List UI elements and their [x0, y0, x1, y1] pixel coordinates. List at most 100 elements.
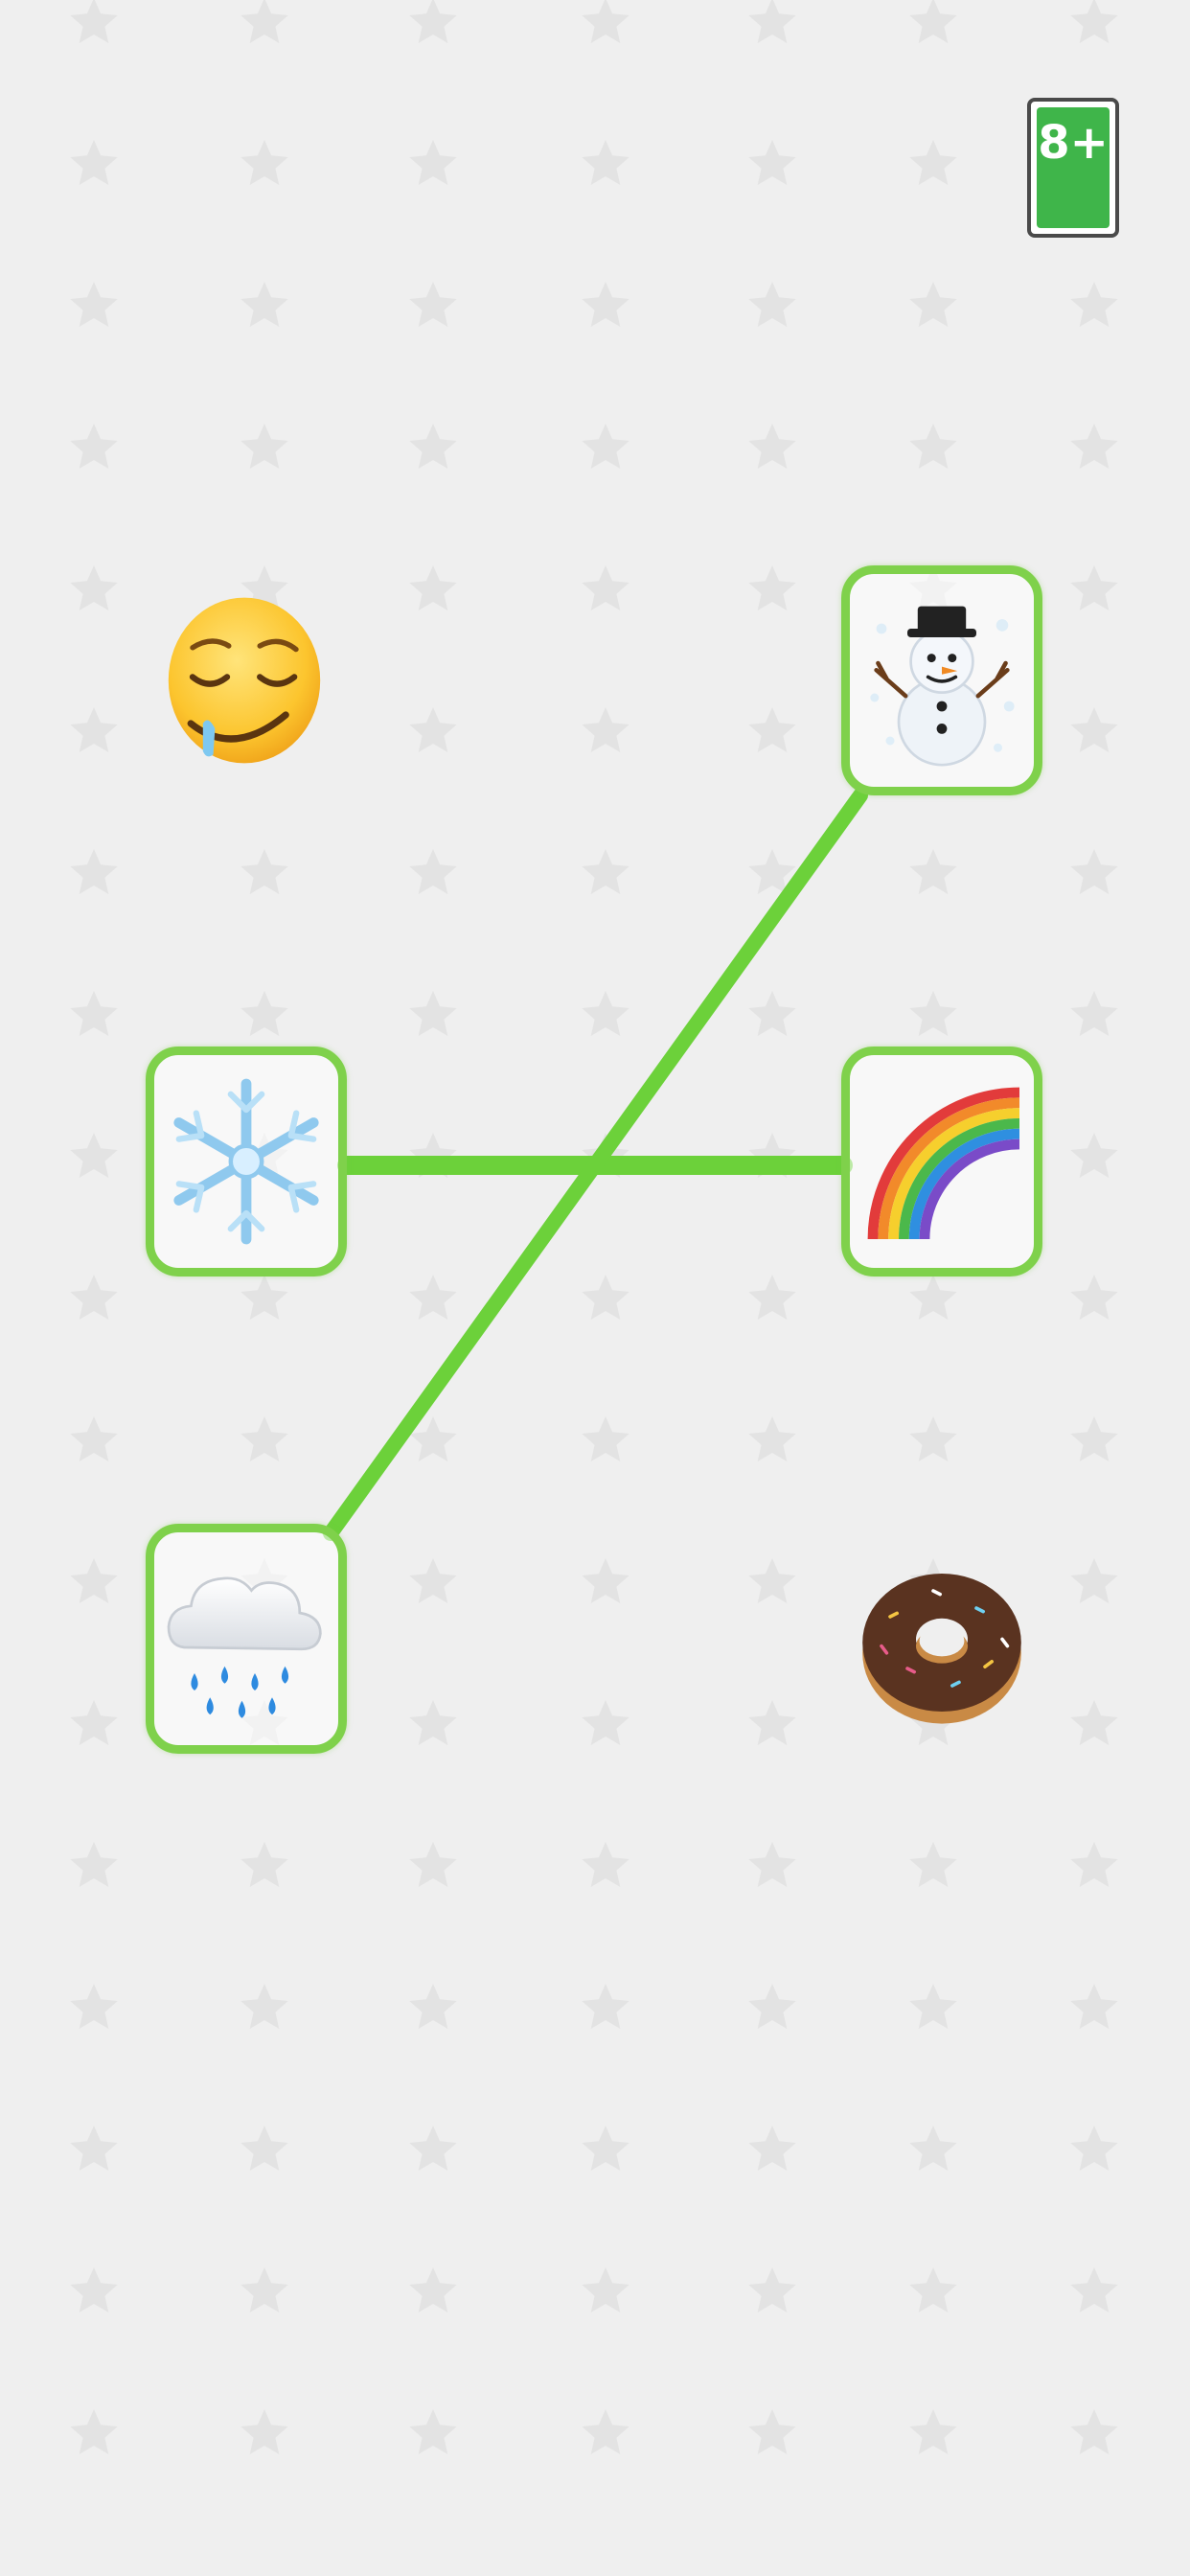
background-star [240, 282, 288, 327]
background-star [70, 1558, 118, 1603]
background-star [582, 707, 629, 752]
background-star [1070, 2126, 1118, 2171]
background-star [748, 849, 796, 894]
background-star [70, 1984, 118, 2029]
background-star [409, 1275, 457, 1320]
background-star [240, 991, 288, 1036]
tile-doughnut[interactable] [841, 1528, 1042, 1758]
background-star [748, 565, 796, 610]
background-star [582, 991, 629, 1036]
background-star [748, 0, 796, 43]
background-star [70, 1842, 118, 1887]
background-star [1070, 424, 1118, 469]
background-star [1070, 707, 1118, 752]
background-star [909, 282, 957, 327]
background-star [70, 0, 118, 43]
background-star [70, 2126, 118, 2171]
background-star [582, 2267, 629, 2312]
background-star [1070, 1133, 1118, 1178]
background-star [409, 1133, 457, 1178]
background-star [582, 140, 629, 185]
drooling-face-icon [168, 597, 321, 764]
background-star [582, 1133, 629, 1178]
snowman-icon [870, 606, 1015, 767]
background-star [748, 282, 796, 327]
background-star [582, 1558, 629, 1603]
background-star [70, 2267, 118, 2312]
background-star [240, 1416, 288, 1461]
background-star [909, 2267, 957, 2312]
background-star [582, 2126, 629, 2171]
background-star [409, 707, 457, 752]
background-star [70, 424, 118, 469]
background-star [748, 1133, 796, 1178]
background-star [240, 2409, 288, 2454]
tile-snowman[interactable] [841, 565, 1042, 795]
background-star [1070, 2409, 1118, 2454]
background-star [748, 2126, 796, 2171]
background-star [1070, 1984, 1118, 2029]
background-star [1070, 565, 1118, 610]
background-star [70, 2409, 118, 2454]
background-star [909, 1275, 957, 1320]
background-star [240, 2267, 288, 2312]
background-star [70, 1416, 118, 1461]
background-star [70, 1700, 118, 1745]
background-star [909, 0, 957, 43]
background-star [582, 1842, 629, 1887]
background-star [70, 991, 118, 1036]
background-star [748, 1842, 796, 1887]
background-star [409, 1984, 457, 2029]
tile-drooling-face[interactable] [144, 565, 345, 795]
background-star [582, 424, 629, 469]
age-rating-label: 8+ [1038, 116, 1109, 170]
background-star [1070, 1275, 1118, 1320]
background-star [748, 1984, 796, 2029]
background-star [748, 2267, 796, 2312]
age-rating-badge: 8+ [1027, 98, 1119, 238]
background-star [909, 140, 957, 185]
background-star [409, 140, 457, 185]
background-star [409, 1842, 457, 1887]
background-star [748, 1558, 796, 1603]
game-board: 8+ [0, 0, 1190, 2576]
background-star [70, 1133, 118, 1178]
background-star [240, 140, 288, 185]
background-star [409, 849, 457, 894]
background-star [240, 1275, 288, 1320]
background-star [582, 1700, 629, 1745]
background-star [1070, 0, 1118, 43]
background-star [909, 1984, 957, 2029]
background-star [409, 0, 457, 43]
background-star [909, 991, 957, 1036]
background-star [748, 1700, 796, 1745]
snowflake-icon [173, 1078, 319, 1245]
tile-snowflake[interactable] [146, 1046, 347, 1276]
background-star [1070, 2267, 1118, 2312]
background-star [240, 849, 288, 894]
background-star [909, 1842, 957, 1887]
tile-rainbow[interactable] [841, 1046, 1042, 1276]
tile-cloud-with-rain[interactable] [146, 1524, 347, 1754]
background-star [70, 565, 118, 610]
background-star [582, 849, 629, 894]
background-star [582, 0, 629, 43]
background-star [240, 1984, 288, 2029]
background-star [1070, 1558, 1118, 1603]
background-star [1070, 282, 1118, 327]
background-star [240, 424, 288, 469]
background-star [409, 1700, 457, 1745]
background-star [409, 1416, 457, 1461]
background-star [909, 849, 957, 894]
background-star [909, 424, 957, 469]
background-star [582, 1275, 629, 1320]
background-star [409, 424, 457, 469]
background-star [70, 140, 118, 185]
background-star [748, 707, 796, 752]
background-star [1070, 1416, 1118, 1461]
background-star [409, 2409, 457, 2454]
background-star [70, 1275, 118, 1320]
background-star [909, 2409, 957, 2454]
background-star [409, 991, 457, 1036]
background-star [582, 2409, 629, 2454]
